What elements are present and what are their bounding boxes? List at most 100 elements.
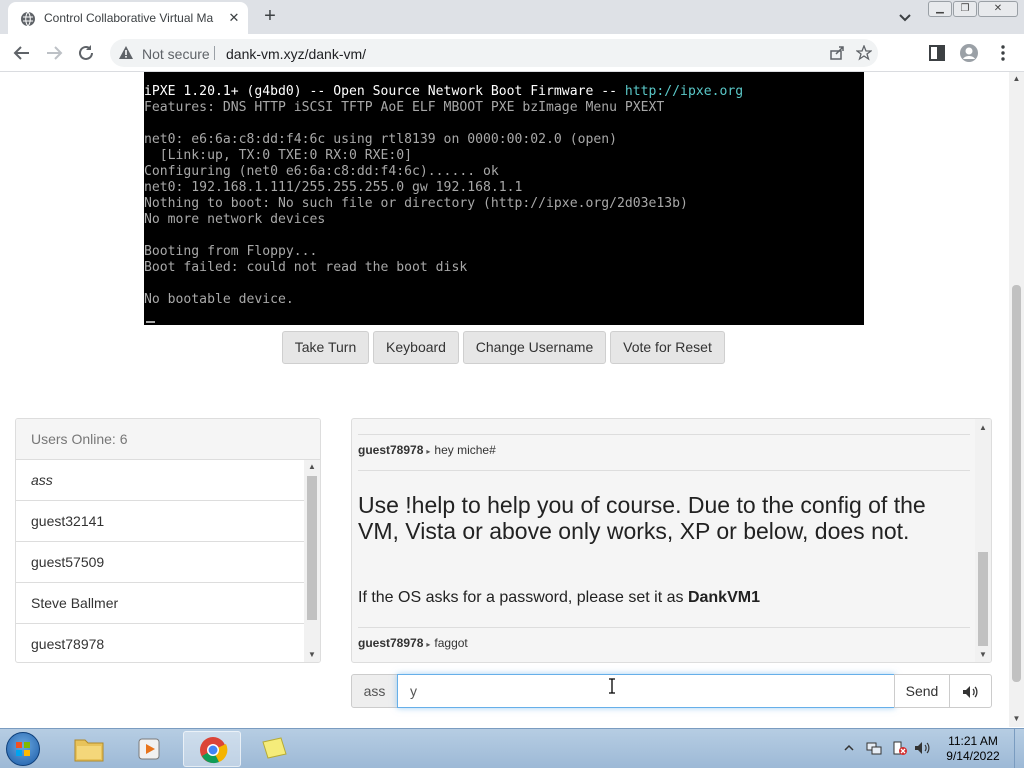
console-line-text: No more network devices [144, 212, 326, 227]
console-line: Features: DNS HTTP iSCSI TFTP AoE ELF MB… [144, 100, 743, 116]
speaker-icon [963, 686, 978, 698]
taskbar-media-player[interactable] [121, 731, 179, 767]
chat-text: faggot [434, 636, 468, 650]
text-cursor-icon [609, 678, 615, 694]
console-line-text: Booting from Floppy... [144, 244, 318, 259]
chat-message: guest78978 ▸ faggot [358, 636, 468, 650]
side-panel-icon[interactable] [927, 43, 947, 63]
chat-username-label[interactable]: ass [351, 674, 398, 708]
omnibox-divider [214, 46, 215, 60]
console-line [144, 276, 743, 292]
chat-divider [358, 434, 970, 435]
console-line [144, 116, 743, 132]
minimize-button[interactable]: ▁ [928, 1, 952, 17]
clock-time: 11:21 AM [948, 734, 998, 748]
scroll-up-arrow-icon[interactable]: ▲ [975, 421, 991, 435]
vm-display[interactable]: iPXE 1.20.1+ (g4bd0) -- Open Source Netw… [144, 72, 864, 325]
action-center-icon[interactable] [891, 740, 907, 756]
menu-kebab-icon[interactable] [993, 43, 1013, 63]
taskbar-notes[interactable] [245, 731, 303, 767]
tab-title: Control Collaborative Virtual Ma [44, 11, 214, 25]
users-scroll-thumb[interactable] [307, 476, 317, 620]
media-player-icon [138, 738, 160, 760]
console-line: No bootable device. [144, 292, 743, 308]
chat-panel: guest78978 ▸ hey miche# Use !help to help … [351, 418, 992, 663]
chat-motd: Use !help to help you of course. Due to … [358, 492, 926, 544]
tab-close-icon[interactable]: ✕ [226, 10, 242, 26]
page-scroll-thumb[interactable] [1012, 285, 1021, 682]
scroll-up-arrow-icon[interactable]: ▲ [304, 460, 320, 474]
volume-button[interactable] [949, 674, 992, 708]
console-line-text: [Link:up, TX:0 TXE:0 RX:0 RXE:0] [144, 148, 413, 163]
user-list-item[interactable]: guest57509 [16, 542, 305, 583]
back-icon[interactable] [11, 42, 33, 64]
console-line: net0: e6:6a:c8:dd:f4:6c using rtl8139 on… [144, 132, 743, 148]
share-icon[interactable] [829, 45, 845, 61]
console-line: [Link:up, TX:0 TXE:0 RX:0 RXE:0] [144, 148, 743, 164]
network-icon[interactable] [866, 740, 882, 756]
start-button[interactable] [6, 732, 40, 766]
not-secure-label[interactable]: Not secure [142, 46, 210, 62]
chat-password-note: If the OS asks for a password, please se… [358, 589, 760, 607]
chat-message: guest78978 ▸ hey miche# [358, 443, 496, 457]
send-button[interactable]: Send [894, 674, 950, 708]
chat-username: guest78978 [358, 636, 424, 650]
chat-text: hey miche# [434, 443, 496, 457]
forward-icon[interactable] [43, 42, 65, 64]
taskbar-chrome[interactable] [183, 731, 241, 767]
console-line: Booting from Floppy... [144, 244, 743, 260]
restore-button[interactable]: ❐ [953, 1, 977, 17]
show-desktop-button[interactable] [1014, 729, 1024, 768]
page-scrollbar[interactable]: ▲ ▼ [1009, 72, 1024, 727]
console-line-text: No bootable device. [144, 292, 294, 307]
chat-scroll-thumb[interactable] [978, 552, 988, 646]
console-line-text [144, 228, 152, 243]
volume-tray-icon[interactable] [914, 740, 930, 756]
password-note-text: If the OS asks for a password, please se… [358, 589, 688, 606]
vote-reset-button[interactable]: Vote for Reset [610, 331, 725, 364]
taskbar-clock[interactable]: 11:21 AM 9/14/2022 [940, 734, 1006, 764]
scroll-down-arrow-icon[interactable]: ▼ [304, 648, 320, 662]
chat-divider [358, 470, 970, 471]
console-line-text: net0: e6:6a:c8:dd:f4:6c using rtl8139 on… [144, 132, 617, 147]
tab-search-icon[interactable] [896, 8, 914, 26]
console-line: Boot failed: could not read the boot dis… [144, 260, 743, 276]
bookmark-star-icon[interactable] [856, 45, 872, 61]
clock-date: 9/14/2022 [946, 749, 1000, 763]
profile-avatar-icon[interactable] [959, 43, 979, 63]
address-bar[interactable]: Not secure dank-vm.xyz/dank-vm/ [110, 39, 878, 67]
taskbar-explorer[interactable] [60, 731, 118, 767]
sticky-notes-icon [262, 737, 287, 759]
warning-icon[interactable] [118, 45, 134, 61]
console-line: net0: 192.168.1.111/255.255.255.0 gw 192… [144, 180, 743, 196]
scroll-down-arrow-icon[interactable]: ▼ [975, 648, 991, 662]
new-tab-icon[interactable]: + [258, 5, 282, 29]
reload-icon[interactable] [75, 42, 97, 64]
chat-scrollbar[interactable]: ▲ ▼ [975, 419, 991, 662]
console-line-text: Features: DNS HTTP iSCSI TFTP AoE ELF MB… [144, 100, 665, 115]
user-list-item[interactable]: ass [16, 460, 305, 501]
show-hidden-icons-icon[interactable] [843, 740, 855, 756]
scroll-down-arrow-icon[interactable]: ▼ [1009, 712, 1024, 726]
console-line-text: iPXE 1.20.1+ (g4bd0) -- Open Source Netw… [144, 84, 625, 99]
user-list-item[interactable]: guest32141 [16, 501, 305, 542]
browser-tab[interactable]: Control Collaborative Virtual Ma ✕ [8, 2, 248, 34]
take-turn-button[interactable]: Take Turn [282, 331, 369, 364]
user-list-item[interactable]: Steve Ballmer [16, 583, 305, 624]
user-list-item[interactable]: guest78978 [16, 624, 305, 662]
windows-logo-icon [16, 742, 30, 756]
console-line: No more network devices [144, 212, 743, 228]
url-text[interactable]: dank-vm.xyz/dank-vm/ [226, 46, 366, 62]
chat-input[interactable] [397, 674, 895, 708]
console-line: Nothing to boot: No such file or directo… [144, 196, 743, 212]
folder-icon [74, 739, 104, 762]
chat-divider [358, 627, 970, 628]
close-window-button[interactable]: ✕ [978, 1, 1018, 17]
console-line-text: Boot failed: could not read the boot dis… [144, 260, 468, 275]
scroll-up-arrow-icon[interactable]: ▲ [1009, 72, 1024, 86]
keyboard-button[interactable]: Keyboard [373, 331, 459, 364]
console-line-text: net0: 192.168.1.111/255.255.255.0 gw 192… [144, 180, 523, 195]
console-line-text [144, 276, 152, 291]
users-scrollbar[interactable]: ▲ ▼ [304, 460, 320, 662]
change-username-button[interactable]: Change Username [463, 331, 606, 364]
